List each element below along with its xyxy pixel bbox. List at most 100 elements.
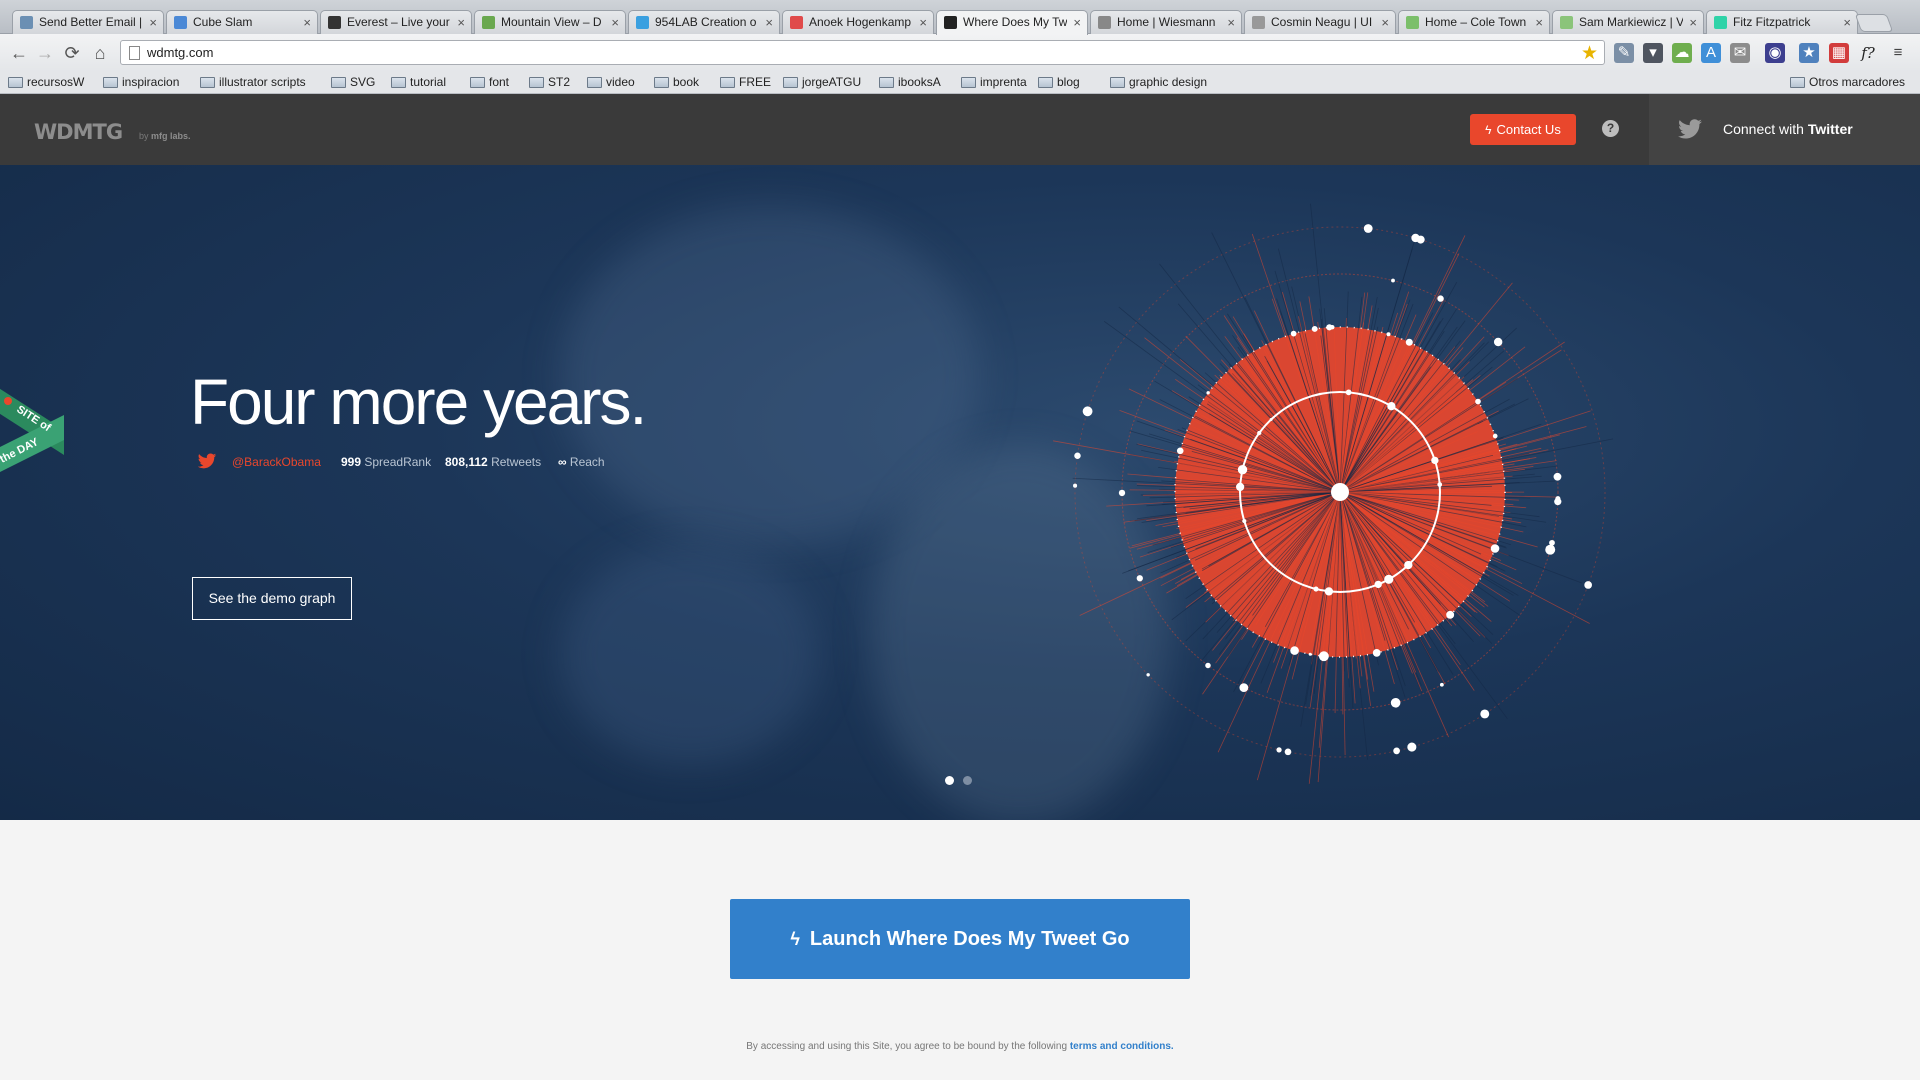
- browser-tab[interactable]: Everest – Live your ×: [320, 10, 472, 34]
- translate-extension-icon[interactable]: A: [1701, 43, 1721, 63]
- pocket-extension-icon[interactable]: ▾: [1643, 43, 1663, 63]
- folder-icon: [200, 77, 215, 88]
- retweeter-node: [1136, 575, 1143, 582]
- launch-button[interactable]: ϟ Launch Where Does My Tweet Go: [730, 899, 1190, 979]
- bookmark-folder[interactable]: imprenta: [961, 75, 1027, 89]
- folder-icon: [783, 77, 798, 88]
- other-bookmarks[interactable]: Otros marcadores: [1790, 75, 1905, 89]
- retweeter-node: [1490, 544, 1500, 553]
- bookmark-folder[interactable]: font: [470, 75, 509, 89]
- contact-us-button[interactable]: ϟ Contact Us: [1470, 114, 1576, 145]
- folder-icon: [470, 77, 485, 88]
- home-icon[interactable]: ⌂: [89, 42, 111, 64]
- tab-close-icon[interactable]: ×: [1073, 11, 1081, 34]
- bookmark-label: ST2: [548, 75, 571, 89]
- spreadrank-stat: 999 SpreadRank: [341, 455, 432, 469]
- carousel-dot-2[interactable]: [963, 776, 972, 785]
- browser-tab[interactable]: Anoek Hogenkamp ×: [782, 10, 934, 34]
- bookmark-label: graphic design: [1129, 75, 1208, 89]
- browser-tab[interactable]: Cosmin Neagu | UI ×: [1244, 10, 1396, 34]
- retweeter-node: [1493, 337, 1503, 347]
- forward-icon[interactable]: →: [34, 42, 56, 64]
- menu-icon[interactable]: ≡: [1888, 43, 1908, 63]
- browser-tabstrip: Send Better Email | × Cube Slam × Everest – …: [0, 0, 1920, 35]
- retweeter-node: [1372, 649, 1381, 657]
- browser-tab[interactable]: Mountain View – D ×: [474, 10, 626, 34]
- connect-twitter-label: Connect with Twitter: [1723, 121, 1853, 137]
- retweeter-node: [1345, 389, 1352, 396]
- pinterest-extension-icon[interactable]: ◉: [1765, 43, 1785, 63]
- tab-close-icon[interactable]: ×: [1689, 11, 1697, 34]
- bookmark-folder[interactable]: SVG: [331, 75, 375, 89]
- new-tab-button[interactable]: [1854, 14, 1894, 32]
- carousel-dot-1[interactable]: [945, 776, 954, 785]
- bookmark-folder[interactable]: book: [654, 75, 699, 89]
- retweeter-node: [1446, 610, 1455, 619]
- browser-tab[interactable]: Send Better Email | ×: [12, 10, 164, 34]
- tab-close-icon[interactable]: ×: [303, 11, 311, 34]
- retweeter-node: [1480, 709, 1490, 719]
- tab-close-icon[interactable]: ×: [457, 11, 465, 34]
- bookmark-label: SVG: [350, 75, 376, 89]
- browser-tab[interactable]: Home – Cole Town ×: [1398, 10, 1550, 34]
- folder-icon: [8, 77, 23, 88]
- browser-tab[interactable]: Sam Markiewicz | V ×: [1552, 10, 1704, 34]
- bookmark-folder[interactable]: illustrator scripts: [200, 75, 306, 89]
- bookmark-folder[interactable]: recursosW: [8, 75, 84, 89]
- twitter-handle[interactable]: @BarackObama: [232, 455, 321, 469]
- bookmark-folder[interactable]: inspiracion: [103, 75, 179, 89]
- bookmark-folder[interactable]: video: [587, 75, 635, 89]
- legal-text: By accessing and using this Site, you ag…: [746, 1041, 1068, 1052]
- bookmark-folder[interactable]: blog: [1038, 75, 1080, 89]
- folder-icon: [391, 77, 406, 88]
- bookmark-folder[interactable]: graphic design: [1110, 75, 1207, 89]
- eyedropper-extension-icon[interactable]: ✎: [1614, 43, 1634, 63]
- tab-close-icon[interactable]: ×: [149, 11, 157, 34]
- tab-close-icon[interactable]: ×: [1381, 11, 1389, 34]
- cloud-extension-icon[interactable]: ☁: [1672, 43, 1692, 63]
- retweeter-node: [1492, 433, 1498, 439]
- tab-close-icon[interactable]: ×: [1227, 11, 1235, 34]
- retweeter-node: [1549, 539, 1555, 546]
- browser-tab[interactable]: Home | Wiesmann ×: [1090, 10, 1242, 34]
- grid-extension-icon[interactable]: ▦: [1829, 43, 1849, 63]
- connect-twitter-button[interactable]: Connect with Twitter: [1649, 94, 1920, 165]
- retweeter-node: [1391, 278, 1395, 283]
- retweeter-node: [1284, 748, 1292, 756]
- bookmark-folder[interactable]: ibooksA: [879, 75, 941, 89]
- bookmark-folder[interactable]: FREE: [720, 75, 771, 89]
- browser-tab[interactable]: Where Does My Tw ×: [936, 10, 1088, 35]
- logo[interactable]: WDMTG: [34, 120, 123, 144]
- bookmark-star-icon[interactable]: ★: [1581, 42, 1598, 65]
- bolt-icon: ϟ: [1485, 123, 1492, 137]
- browser-tab[interactable]: 954LAB Creation o ×: [628, 10, 780, 34]
- favicon-icon: [1406, 16, 1419, 29]
- retweeter-node: [1237, 464, 1248, 475]
- see-demo-graph-button[interactable]: See the demo graph: [192, 577, 352, 620]
- star-extension-icon[interactable]: ★: [1799, 43, 1819, 63]
- mail-extension-icon[interactable]: ✉: [1730, 43, 1750, 63]
- bookmark-label: book: [673, 75, 700, 89]
- tab-title: Home – Cole Town: [1425, 15, 1527, 29]
- tab-close-icon[interactable]: ×: [1535, 11, 1543, 34]
- tab-close-icon[interactable]: ×: [919, 11, 927, 34]
- whatfont-extension-icon[interactable]: f?: [1858, 43, 1878, 63]
- bookmark-folder[interactable]: jorgeATGU: [783, 75, 861, 89]
- folder-icon: [961, 77, 976, 88]
- browser-tab[interactable]: Fitz Fitzpatrick ×: [1706, 10, 1858, 34]
- bookmark-folder[interactable]: ST2: [529, 75, 570, 89]
- reload-icon[interactable]: ⟳: [61, 42, 83, 64]
- tab-close-icon[interactable]: ×: [765, 11, 773, 34]
- tab-title: Send Better Email |: [39, 15, 143, 29]
- browser-tab[interactable]: Cube Slam ×: [166, 10, 318, 34]
- tab-close-icon[interactable]: ×: [611, 11, 619, 34]
- tab-close-icon[interactable]: ×: [1843, 11, 1851, 34]
- help-icon[interactable]: ?: [1602, 120, 1619, 137]
- address-bar[interactable]: wdmtg.com ★: [120, 40, 1605, 65]
- tab-title: Home | Wiesmann: [1117, 15, 1216, 29]
- terms-link[interactable]: terms and conditions.: [1070, 1041, 1174, 1052]
- url-text[interactable]: wdmtg.com: [147, 45, 213, 60]
- back-icon[interactable]: ←: [8, 42, 30, 64]
- tab-title: Fitz Fitzpatrick: [1733, 15, 1811, 29]
- bookmark-folder[interactable]: tutorial: [391, 75, 446, 89]
